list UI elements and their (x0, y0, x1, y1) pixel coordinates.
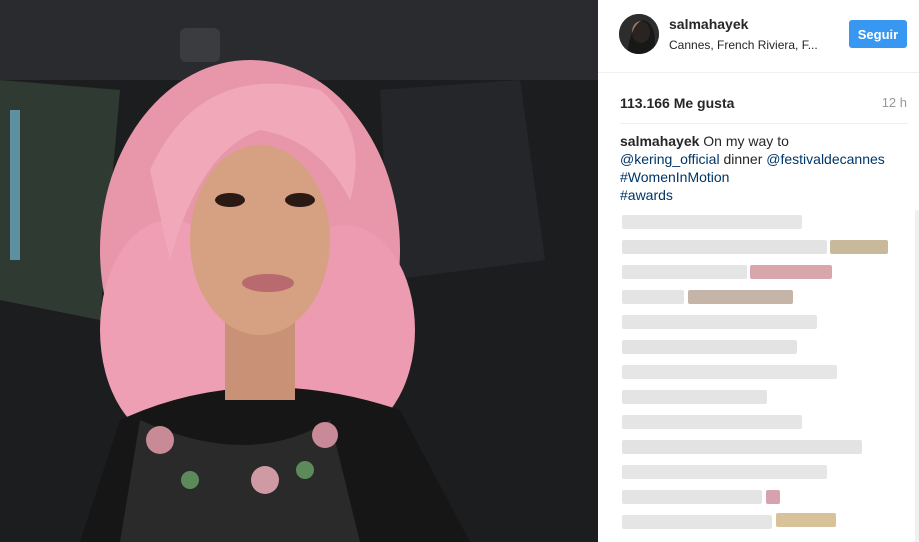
blurred-comment (622, 265, 747, 279)
blurred-emoji (830, 240, 888, 254)
scrollbar[interactable] (915, 210, 919, 542)
post-sidebar: salmahayek Cannes, French Riviera, F... … (598, 0, 919, 542)
blurred-comment (622, 365, 837, 379)
blurred-emoji (688, 290, 793, 304)
blurred-emoji (766, 490, 780, 504)
post-header: salmahayek Cannes, French Riviera, F... … (598, 0, 919, 73)
follow-button[interactable]: Seguir (849, 20, 907, 48)
username-link[interactable]: salmahayek (669, 16, 748, 32)
mention-link[interactable]: @kering_official (620, 151, 720, 167)
blurred-comment (622, 390, 767, 404)
mention-link[interactable]: @festivaldecannes (766, 151, 885, 167)
blurred-comment (622, 315, 817, 329)
photo-illustration (0, 0, 598, 542)
post-time[interactable]: 12 h (882, 95, 907, 110)
hashtag-link[interactable]: #awards (620, 187, 673, 203)
blurred-comment (622, 340, 797, 354)
caption-username[interactable]: salmahayek (620, 133, 699, 149)
post-photo[interactable] (0, 0, 598, 542)
blurred-comment (622, 240, 827, 254)
location-link[interactable]: Cannes, French Riviera, F... (669, 38, 818, 52)
blurred-comment (622, 415, 802, 429)
caption-text: dinner (719, 151, 767, 167)
blurred-comment (622, 515, 772, 529)
divider (620, 123, 908, 124)
post-caption: salmahayek On my way to @kering_official… (620, 132, 890, 204)
avatar-image (619, 14, 659, 54)
blurred-comment (622, 290, 684, 304)
caption-text: On my way to (699, 133, 789, 149)
hashtag-link[interactable]: #WomenInMotion (620, 169, 729, 185)
blurred-comment (622, 465, 827, 479)
blurred-emoji (750, 265, 832, 279)
blurred-emoji (776, 513, 836, 527)
blurred-comment (622, 440, 862, 454)
blurred-comment (622, 490, 762, 504)
likes-count[interactable]: 113.166 Me gusta (620, 95, 734, 111)
avatar[interactable] (619, 14, 659, 54)
blurred-comment (622, 215, 802, 229)
